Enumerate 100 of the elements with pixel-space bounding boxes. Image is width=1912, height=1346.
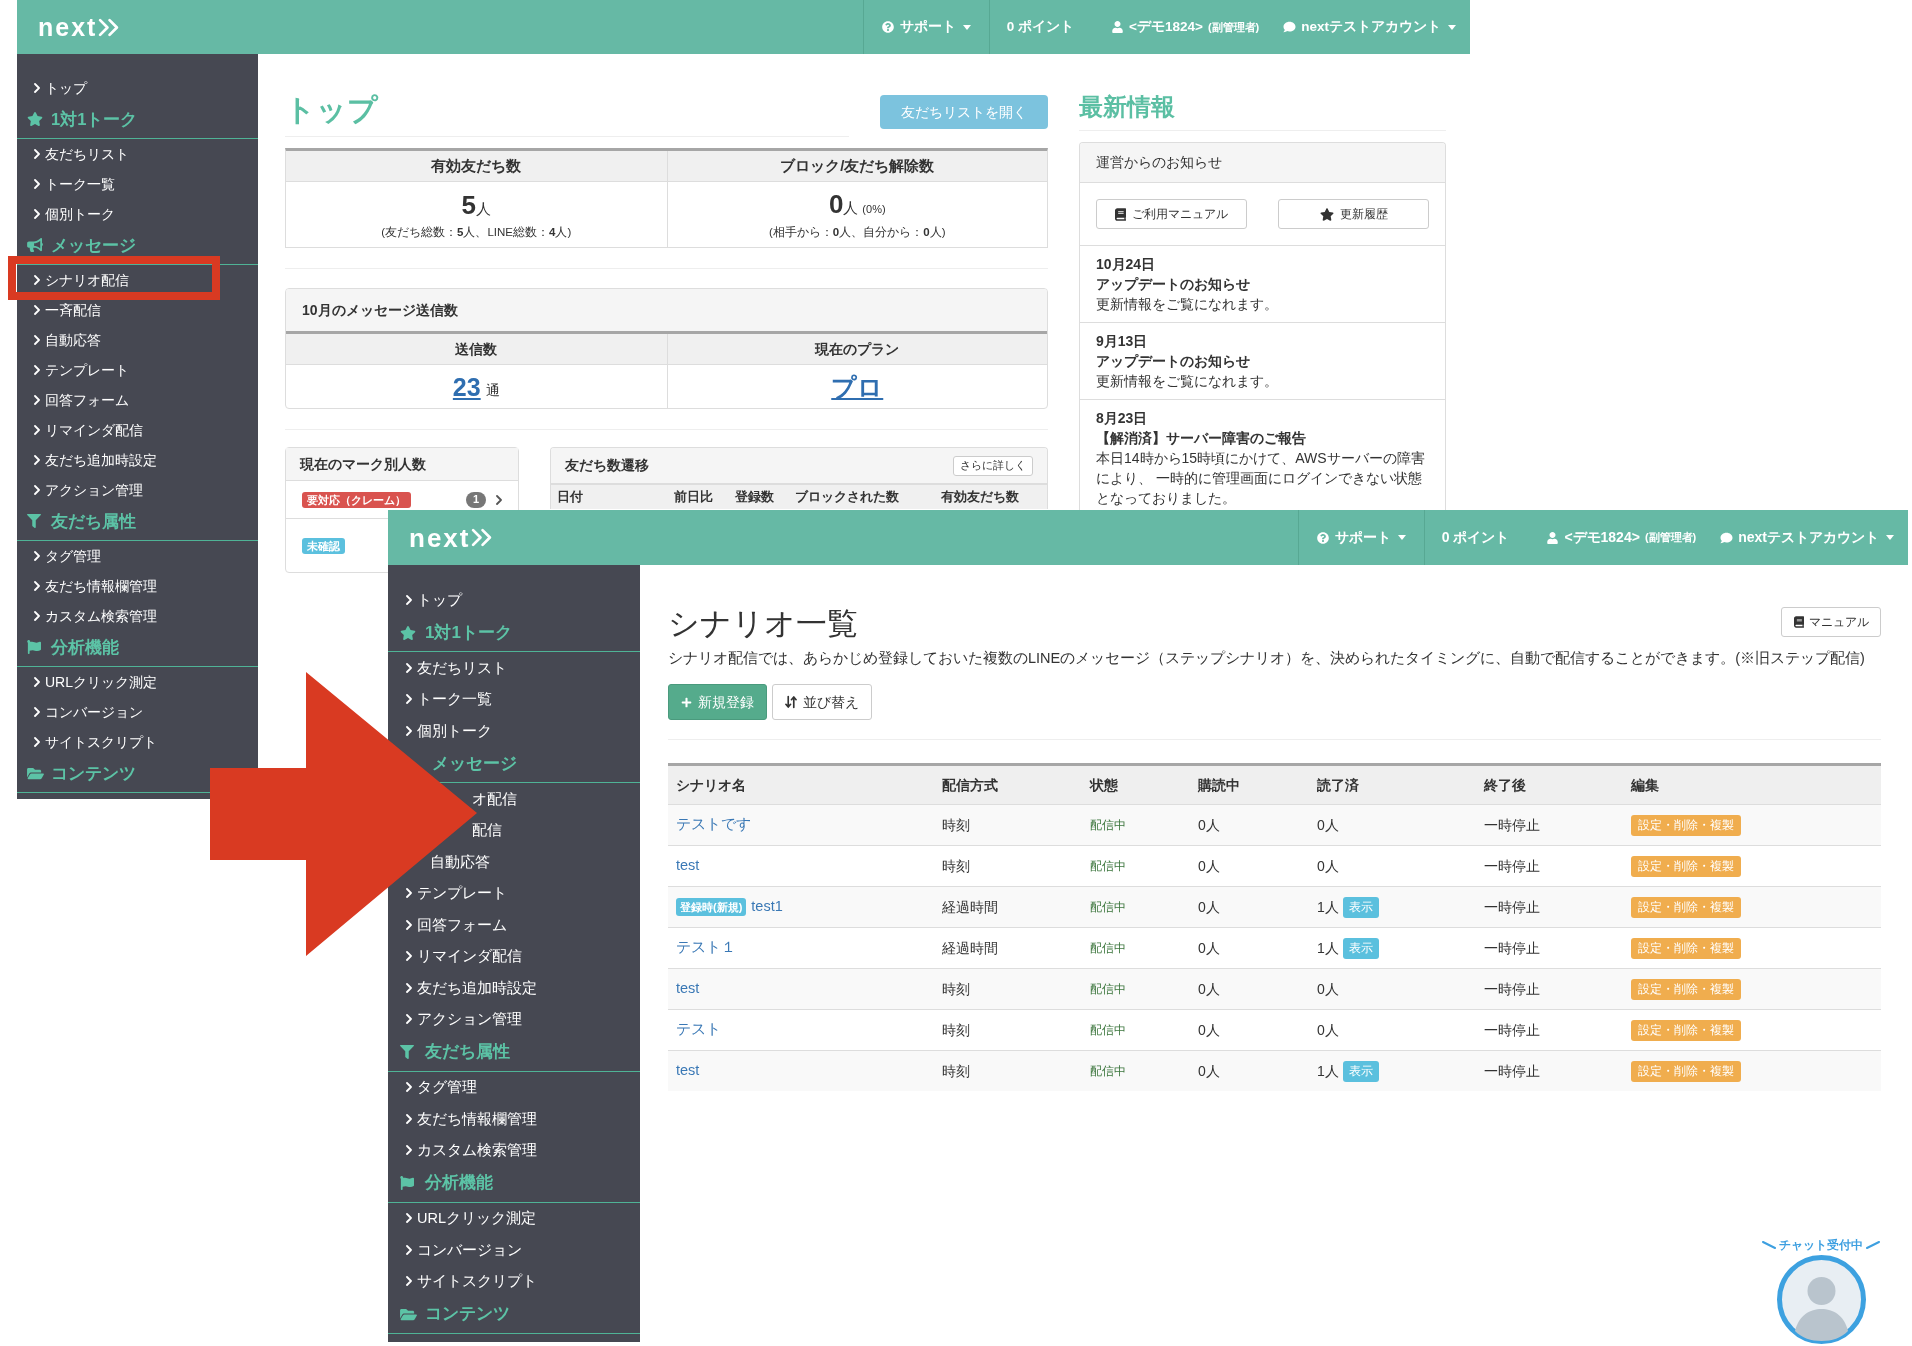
page-description: シナリオ配信では、あらかじめ登録しておいた複数のLINEのメッセージ（ステップシナリオ）を、決められたタイミングに、自動で配信することができます。(※旧ステップ配信)	[668, 649, 1865, 668]
chevron-right-icon	[406, 1276, 412, 1287]
scenario-link[interactable]: テスト	[676, 1019, 721, 1041]
sidebar-link[interactable]: 個別トーク	[34, 206, 115, 222]
sidebar-heading: 分析機能	[51, 637, 119, 657]
chevron-right-icon	[34, 83, 40, 93]
table-cell-text: 0人	[1198, 897, 1220, 917]
column-header: 状態	[1090, 775, 1118, 795]
sort-button[interactable]: 並び替え	[772, 684, 872, 720]
sidebar-link[interactable]: オ配信	[472, 790, 517, 807]
chevron-right-icon	[34, 179, 40, 189]
scenario-link[interactable]: テスト１	[676, 937, 736, 959]
sidebar-link[interactable]: 回答フォーム	[406, 916, 507, 933]
book-icon	[1115, 207, 1126, 221]
table-cell-text: 一時停止	[1484, 1061, 1540, 1081]
funnel-icon	[400, 1045, 414, 1059]
sidebar-link[interactable]: 回答フォーム	[34, 392, 129, 408]
sidebar-link[interactable]: タグ管理	[406, 1079, 477, 1096]
entry-tag: 登録時(新規)	[676, 898, 747, 916]
news-link-button[interactable]: 更新履歴	[1278, 199, 1429, 229]
table-cell-text: 0人	[1198, 1061, 1220, 1081]
sidebar-heading: メッセージ	[432, 753, 517, 774]
card-title: 現在のマーク別人数	[300, 454, 426, 474]
scenario-link[interactable]: test	[676, 1060, 700, 1082]
sidebar-link[interactable]: シナリオ配信	[34, 272, 129, 288]
sidebar-link[interactable]: トップ	[34, 80, 87, 96]
column-header: ブロック/友だち解除数	[667, 151, 1047, 182]
stat-detail: (相手から：0人、自分から：0人)	[769, 225, 946, 240]
sidebar-link[interactable]: URLクリック測定	[34, 674, 157, 690]
sidebar-link[interactable]: サイトスクリプト	[406, 1273, 537, 1290]
count-badge: 1	[466, 491, 486, 508]
sidebar-link[interactable]: URLクリック測定	[406, 1210, 536, 1227]
scenario-link[interactable]: test	[676, 855, 700, 877]
sidebar-link[interactable]: アクション管理	[34, 482, 143, 498]
sidebar-link[interactable]: 自動応答	[430, 853, 490, 870]
book-icon	[1793, 616, 1804, 628]
sidebar-link[interactable]: コンバージョン	[34, 704, 143, 720]
sidebar-link[interactable]: 友だち追加時設定	[406, 979, 537, 996]
sidebar-link[interactable]: リマインダ配信	[34, 422, 143, 438]
chevron-right-icon	[34, 581, 40, 591]
sidebar-link[interactable]: 配信	[472, 822, 502, 839]
sidebar-link[interactable]: 個別トーク	[406, 722, 492, 739]
chevron-right-icon	[406, 919, 412, 930]
more-details-button[interactable]: さらに詳しく	[953, 455, 1033, 476]
flag-icon	[400, 1176, 414, 1190]
sidebar-link[interactable]: タグ管理	[34, 548, 101, 564]
scenario-link[interactable]: test	[676, 978, 700, 1000]
chevron-right-icon	[34, 707, 40, 717]
table-cell-text: 一時停止	[1484, 979, 1540, 999]
sidebar-link[interactable]: カスタム検索管理	[406, 1142, 537, 1159]
comment-icon	[1283, 21, 1297, 33]
chevron-right-icon	[406, 1014, 412, 1025]
table-cell-text: 経過時間	[942, 938, 998, 958]
chevron-right-icon	[34, 425, 40, 435]
sidebar-link[interactable]: トップ	[406, 591, 462, 608]
chat-avatar[interactable]	[1776, 1255, 1866, 1344]
sidebar-heading: 1対1トーク	[51, 109, 138, 129]
sidebar-link[interactable]: 友だち追加時設定	[34, 452, 157, 468]
status-label: 配信中	[1090, 817, 1126, 834]
column-header: 現在のプラン	[667, 334, 1047, 365]
sidebar-link[interactable]: コンバージョン	[406, 1241, 522, 1258]
status-label: 配信中	[1090, 899, 1126, 916]
sidebar-link[interactable]: テンプレート	[34, 362, 129, 378]
news-link-button[interactable]: ご利用マニュアル	[1096, 199, 1247, 229]
unit-label: 通	[485, 381, 500, 400]
sidebar-link[interactable]: 友だちリスト	[406, 659, 507, 676]
sidebar-link[interactable]: 一斉配信	[34, 302, 101, 318]
status-label: 配信中	[1090, 858, 1126, 875]
sidebar-link[interactable]: テンプレート	[406, 885, 507, 902]
page-title: トップ	[285, 92, 378, 128]
sidebar-link[interactable]: トーク一覧	[34, 176, 115, 192]
chevron-right-icon	[34, 611, 40, 621]
manual-button[interactable]: マニュアル	[1781, 607, 1881, 637]
section-title: 最新情報	[1079, 92, 1175, 122]
table-cell-text: 0人	[1198, 1020, 1220, 1040]
sidebar-link[interactable]: リマインダ配信	[406, 948, 522, 965]
chevron-right-icon	[406, 951, 412, 962]
value-link[interactable]: プロ	[831, 371, 884, 402]
sidebar-link[interactable]: サイトスクリプト	[34, 734, 157, 750]
table-cell-text: 一時停止	[1484, 1020, 1540, 1040]
value-link[interactable]: 23	[452, 371, 481, 402]
table-cell-text: 時刻	[942, 979, 970, 999]
sidebar-link[interactable]: 友だちリスト	[34, 146, 129, 162]
sidebar-link[interactable]: アクション管理	[406, 1011, 522, 1028]
news-date: 8月23日	[1096, 409, 1148, 428]
sidebar-link[interactable]: カスタム検索管理	[34, 608, 157, 624]
user-icon	[1547, 531, 1559, 544]
flag-icon	[27, 640, 41, 654]
sidebar-link[interactable]: 友だち情報欄管理	[406, 1110, 537, 1127]
help-icon	[1316, 531, 1329, 544]
scenario-link[interactable]: test1	[751, 896, 783, 918]
scenario-link[interactable]: テストです	[676, 814, 751, 836]
sidebar-link[interactable]: 自動応答	[34, 332, 101, 348]
status-label: 配信中	[1090, 1063, 1126, 1080]
megaphone-icon	[27, 238, 43, 252]
sidebar-link[interactable]: 友だち情報欄管理	[34, 578, 157, 594]
news-body: 本日14時から15時頃にかけて、AWSサーバーの障害により、 一時的に管理画面にログインできない状態となっておりました。	[1096, 449, 1426, 508]
column-header: 購読中	[1198, 775, 1240, 795]
sidebar-link[interactable]: トーク一覧	[406, 691, 492, 708]
page-title: シナリオ一覧	[668, 605, 858, 643]
